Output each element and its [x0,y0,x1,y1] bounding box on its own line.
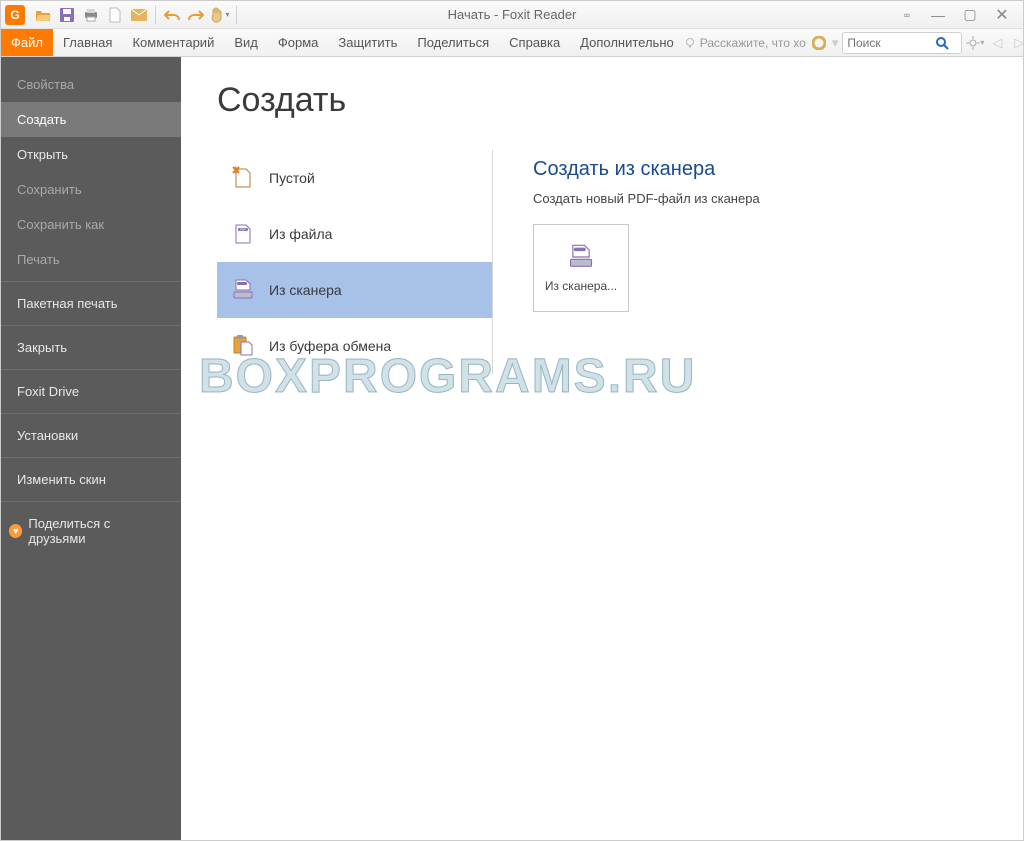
svg-text:PDF: PDF [240,228,246,232]
search-box[interactable] [842,32,962,54]
option-label: Пустой [269,170,315,186]
file-icon: PDF [231,222,255,246]
maximize-icon[interactable]: ▢ [961,6,979,23]
nav-next-icon[interactable]: ▷ [1010,34,1024,52]
sidebar-separator [1,325,181,326]
search-icon[interactable] [935,36,949,50]
sidebar-item-print: Печать [1,242,181,277]
create-blank[interactable]: Пустой [217,150,492,206]
tab-file[interactable]: Файл [1,29,53,56]
content-pane: Создать Пустой PDF Из файла [181,57,1023,840]
tile-label: Из сканера... [545,279,617,293]
email-icon[interactable] [128,4,150,26]
sidebar-item-save-as: Сохранить как [1,207,181,242]
sidebar-item-open[interactable]: Открыть [1,137,181,172]
ribbon-tabs: Файл Главная Комментарий Вид Форма Защит… [1,29,1023,57]
tab-help[interactable]: Справка [499,29,570,56]
hand-tool-icon[interactable]: ▾ [209,4,231,26]
ribbon-expand-icon[interactable]: ▫▫ [897,8,915,22]
sidebar-item-preferences[interactable]: Установки [1,418,181,453]
minimize-icon[interactable]: — [929,7,947,23]
print-icon[interactable] [80,4,102,26]
sidebar-separator [1,281,181,282]
toolbar-divider [236,6,237,24]
app-icon: G [5,5,25,25]
search-input[interactable] [847,36,935,50]
close-icon[interactable]: ✕ [993,5,1011,25]
tab-home[interactable]: Главная [53,29,122,56]
scanner-icon [231,278,255,302]
tell-me-field[interactable]: Расскажите, что хо [684,36,806,50]
gear-icon[interactable]: ▾ [966,34,984,52]
sidebar-item-batch-print[interactable]: Пакетная печать [1,286,181,321]
tell-me-text: Расскажите, что хо [700,36,806,50]
sidebar-separator [1,413,181,414]
save-icon[interactable] [56,4,78,26]
create-from-file[interactable]: PDF Из файла [217,206,492,262]
sidebar-separator [1,457,181,458]
create-from-clipboard[interactable]: Из буфера обмена [217,318,492,374]
scanner-icon [567,243,595,271]
blank-page-icon [231,166,255,190]
tab-additional[interactable]: Дополнительно [570,29,684,56]
tab-protect[interactable]: Защитить [328,29,407,56]
nav-prev-icon[interactable]: ◁ [988,34,1006,52]
toolbar-divider [155,6,156,24]
detail-description: Создать новый PDF-файл из сканера [533,191,1005,206]
tab-form[interactable]: Форма [268,29,329,56]
new-blank-icon[interactable] [104,4,126,26]
redo-icon[interactable] [185,4,207,26]
option-label: Из сканера [269,282,342,298]
sidebar-item-change-skin[interactable]: Изменить скин [1,462,181,497]
sidebar-item-label: Поделиться с друзьями [28,516,165,546]
bulb-icon [684,37,696,49]
sidebar-item-save: Сохранить [1,172,181,207]
create-from-scanner[interactable]: Из сканера [217,262,492,318]
create-options-list: Пустой PDF Из файла Из сканера [217,150,492,374]
clipboard-icon [231,334,255,358]
sidebar-separator [1,501,181,502]
tab-view[interactable]: Вид [224,29,268,56]
sidebar-item-properties: Свойства [1,67,181,102]
heart-icon: ♥ [9,524,22,538]
file-sidebar: Свойства Создать Открыть Сохранить Сохра… [1,57,181,840]
quick-access-toolbar: G ▾ Начать - Foxit Reader ▫▫ — ▢ ✕ [1,1,1023,29]
option-label: Из файла [269,226,332,242]
detail-title: Создать из сканера [533,158,1005,181]
option-label: Из буфера обмена [269,338,391,354]
main-area: Свойства Создать Открыть Сохранить Сохра… [1,57,1023,840]
from-scanner-tile[interactable]: Из сканера... [533,224,629,312]
tab-share[interactable]: Поделиться [407,29,499,56]
sidebar-item-share-with-friends[interactable]: ♥ Поделиться с друзьями [1,506,181,556]
sidebar-separator [1,369,181,370]
sidebar-item-create[interactable]: Создать [1,102,181,137]
page-title: Создать [217,81,1005,120]
tab-comment[interactable]: Комментарий [122,29,224,56]
sidebar-item-foxit-drive[interactable]: Foxit Drive [1,374,181,409]
undo-icon[interactable] [161,4,183,26]
open-icon[interactable] [32,4,54,26]
create-detail-pane: Создать из сканера Создать новый PDF-фай… [492,150,1005,374]
color-icon[interactable] [810,34,828,52]
sidebar-item-close[interactable]: Закрыть [1,330,181,365]
